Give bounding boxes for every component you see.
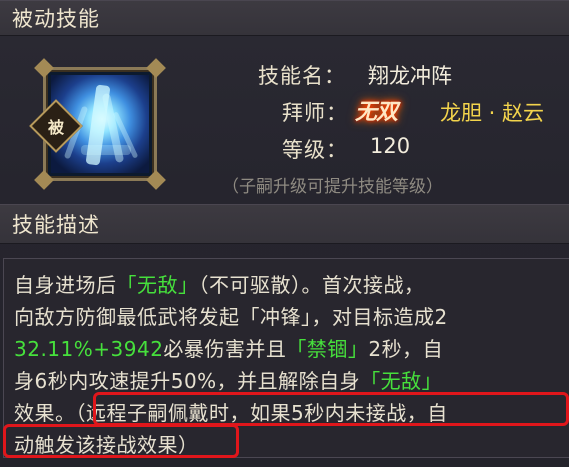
passive-skill-title: 被动技能 (12, 7, 100, 31)
description-line: 32.11%+3942必暴伤害并且「禁锢」2秒，自 (14, 337, 444, 361)
skill-description-title: 技能描述 (12, 213, 100, 237)
passive-skill-header: 被动技能 (0, 0, 569, 36)
highlight-outline (3, 424, 239, 458)
damage-formula: 32.11%+3942 (14, 337, 164, 361)
description-line: 自身进场后「无敌」（不可驱散）。首次接战， (14, 273, 425, 297)
highlight-outline (93, 392, 569, 426)
skill-name-label: 技能名： (258, 64, 346, 88)
master-title-logo: 无双 (355, 100, 398, 125)
skill-icon-frame[interactable]: 被 (29, 58, 166, 190)
description-line: 向敌方防御最低武将发起「冲锋」，对目标造成2 (14, 305, 448, 329)
master-label: 拜师： (282, 101, 348, 125)
level-value: 120 (370, 134, 411, 158)
passive-badge-label: 被 (47, 118, 64, 137)
level-label: 等级： (282, 138, 348, 162)
description-line: 身6秒内攻速提升50%，并且解除自身「无敌」 (14, 369, 443, 393)
keyword-invincible: 「无敌」 (116, 273, 199, 297)
master-name[interactable]: 龙胆 · 赵云 (440, 97, 544, 127)
skill-name-value: 翔龙冲阵 (368, 64, 452, 88)
passive-skill-panel: 被动技能 被 技能名： 翔龙冲阵 拜师： 无双 龙胆 · 赵云 等级： 120 … (0, 0, 569, 467)
level-up-hint: （子嗣升级可提升技能等级） (222, 177, 443, 197)
skill-description-header: 技能描述 (0, 204, 569, 244)
keyword-imprison: 「禁锢」 (286, 337, 369, 361)
keyword-invincible: 「无敌」 (360, 369, 443, 393)
